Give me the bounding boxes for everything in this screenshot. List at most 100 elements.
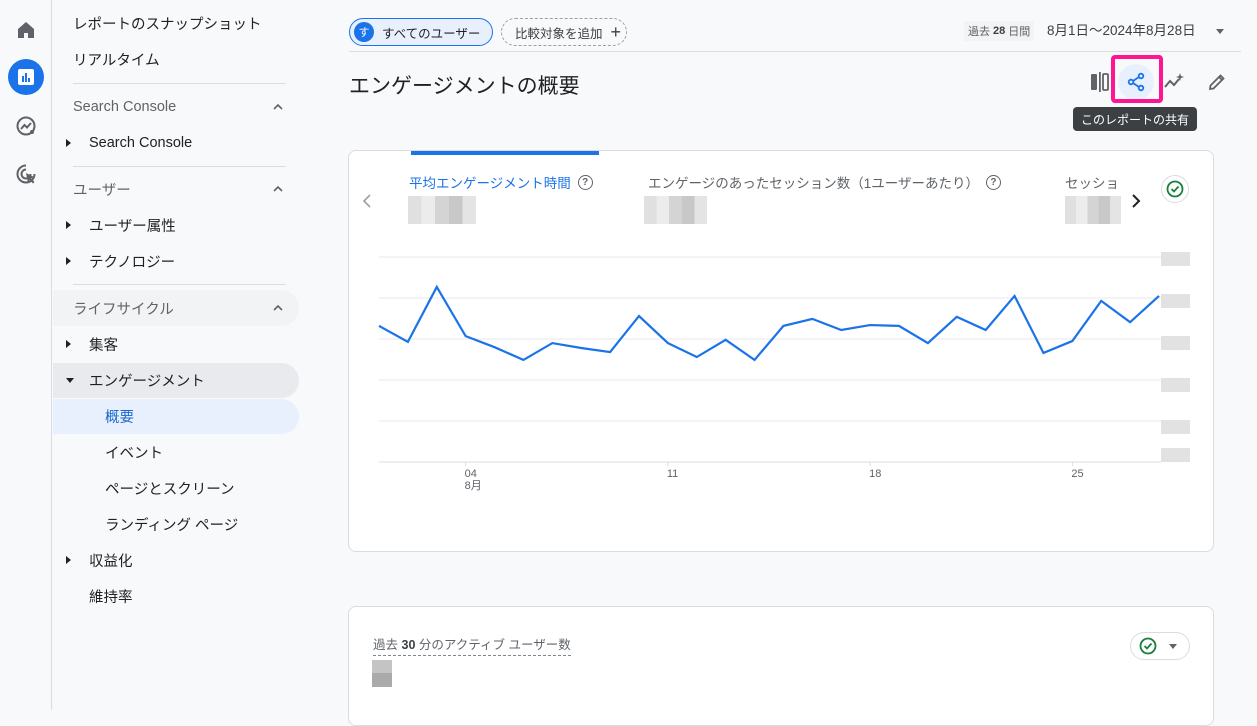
rail-home-button[interactable] [8,12,44,48]
data-point[interactable] [1037,347,1049,359]
data-point[interactable] [662,337,674,349]
data-point[interactable] [1009,290,1021,302]
nav-item-label: Search Console [89,135,193,151]
data-point[interactable] [633,310,645,322]
data-point[interactable] [1124,316,1136,328]
section-title: Search Console [73,99,177,115]
nav-item-label: エンゲージメント [89,374,205,390]
date-tag-prefix: 過去 [968,26,990,38]
nav-item-search-console[interactable]: Search Console [53,126,299,160]
reports-bar-chart-icon [18,69,34,85]
y-tick-label-redacted [1161,336,1190,350]
segment-avatar: す [354,22,374,42]
date-dropdown-caret-icon[interactable] [1216,29,1224,34]
data-point[interactable] [777,320,789,332]
data-point[interactable] [604,346,616,358]
nav-item-label: テクノロジー [89,254,176,271]
nav-item-label: 集客 [89,337,118,354]
add-comparison-label: 比較対象を追加 [515,26,603,41]
data-point[interactable] [922,337,934,349]
page-title: エンゲージメントの概要 [349,75,580,98]
date-range-picker[interactable]: 8月1日～2024年8月28日 [1047,21,1196,41]
report-navigation: レポートのスナップショット リアルタイム Search Console Sear… [53,0,303,710]
data-point[interactable] [1066,335,1078,347]
nav-item-label: 収益化 [89,553,133,570]
nav-item-snapshot[interactable]: レポートのスナップショット [73,6,262,40]
line-chart: 048月 11 18 25 [373,256,1161,492]
data-point[interactable] [575,342,587,354]
nav-item-landing-page[interactable]: ランディング ページ [105,507,238,541]
advertising-target-icon [16,164,36,184]
nav-item-label: 概要 [105,410,134,426]
data-point[interactable] [720,334,732,346]
insights-button[interactable] [1156,64,1192,100]
data-point[interactable] [460,330,472,342]
nav-item-events[interactable]: イベント [105,435,163,469]
chevron-up-icon [273,304,283,311]
realtime-title-suffix: 分のアクティブ ユーザー数 [418,638,571,652]
y-tick-label-redacted [1161,294,1190,308]
nav-item-demographics[interactable]: ユーザー属性 [53,208,299,242]
x-tick-label: 11 [667,468,678,480]
nav-item-technology[interactable]: テクノロジー [53,244,299,278]
home-icon [18,22,34,38]
data-point[interactable] [749,354,761,366]
data-point[interactable] [864,319,876,331]
realtime-title-minutes: 30 [401,638,416,652]
realtime-title-prefix: 過去 [373,638,399,652]
nav-item-engagement-overview[interactable]: 概要 [53,399,299,434]
nav-item-engagement[interactable]: エンゲージメント [53,363,299,398]
header-divider [349,51,1241,52]
nav-section-search-console[interactable]: Search Console [53,89,299,125]
rail-explore-button[interactable] [8,108,44,144]
data-point[interactable] [431,281,443,293]
data-point[interactable] [373,320,385,332]
segment-label: すべてのユーザー [382,26,481,41]
plus-icon: + [610,21,622,42]
compare-icon [1091,72,1109,92]
nav-item-monetization[interactable]: 収益化 [53,543,299,577]
check-circle-icon [1139,637,1157,655]
nav-section-lifecycle[interactable]: ライフサイクル [53,290,299,326]
edit-report-button[interactable] [1199,64,1235,100]
nav-item-retention[interactable]: 維持率 [89,579,133,613]
nav-item-pages-screens[interactable]: ページとスクリーン [105,471,234,505]
caret-right-icon [66,257,71,265]
add-comparison-button[interactable]: 比較対象を追加 + [501,18,627,46]
edit-icon [1208,74,1225,91]
segment-chip-all-users[interactable]: す すべてのユーザー [349,18,493,46]
data-point[interactable] [546,337,558,349]
share-tooltip: このレポートの共有 [1073,107,1198,131]
section-title: ユーザー [73,182,131,199]
x-tick-label: 25 [1071,468,1083,480]
realtime-metric-dropdown[interactable] [1130,632,1190,660]
caret-right-icon [66,556,71,564]
rail-advertising-button[interactable] [8,156,44,192]
data-point[interactable] [691,351,703,363]
realtime-users-card: 過去 30 分のアクティブ ユーザー数 [348,606,1214,726]
nav-divider [73,166,286,167]
data-point[interactable] [1095,295,1107,307]
data-point[interactable] [402,336,414,348]
chevron-up-icon [273,185,283,192]
date-period-tag: 過去 28 日間 [964,21,1035,41]
x-tick-sublabel: 8月 [465,480,482,492]
data-point[interactable] [517,354,529,366]
date-tag-suffix: 日間 [1008,26,1031,38]
date-tag-days: 28 [993,25,1006,37]
caret-right-icon [66,139,71,147]
nav-section-users[interactable]: ユーザー [53,171,299,207]
caret-down-icon [66,378,74,383]
rail-reports-button[interactable] [8,59,44,95]
data-point[interactable] [806,313,818,325]
nav-divider [73,83,286,84]
data-point[interactable] [489,341,501,353]
data-point[interactable] [835,324,847,336]
data-point[interactable] [980,324,992,336]
y-tick-label-redacted [1161,252,1190,266]
data-point[interactable] [951,311,963,323]
nav-divider [73,284,286,285]
nav-item-acquisition[interactable]: 集客 [53,327,299,361]
data-point[interactable] [893,320,905,332]
nav-item-realtime[interactable]: リアルタイム [73,42,160,76]
